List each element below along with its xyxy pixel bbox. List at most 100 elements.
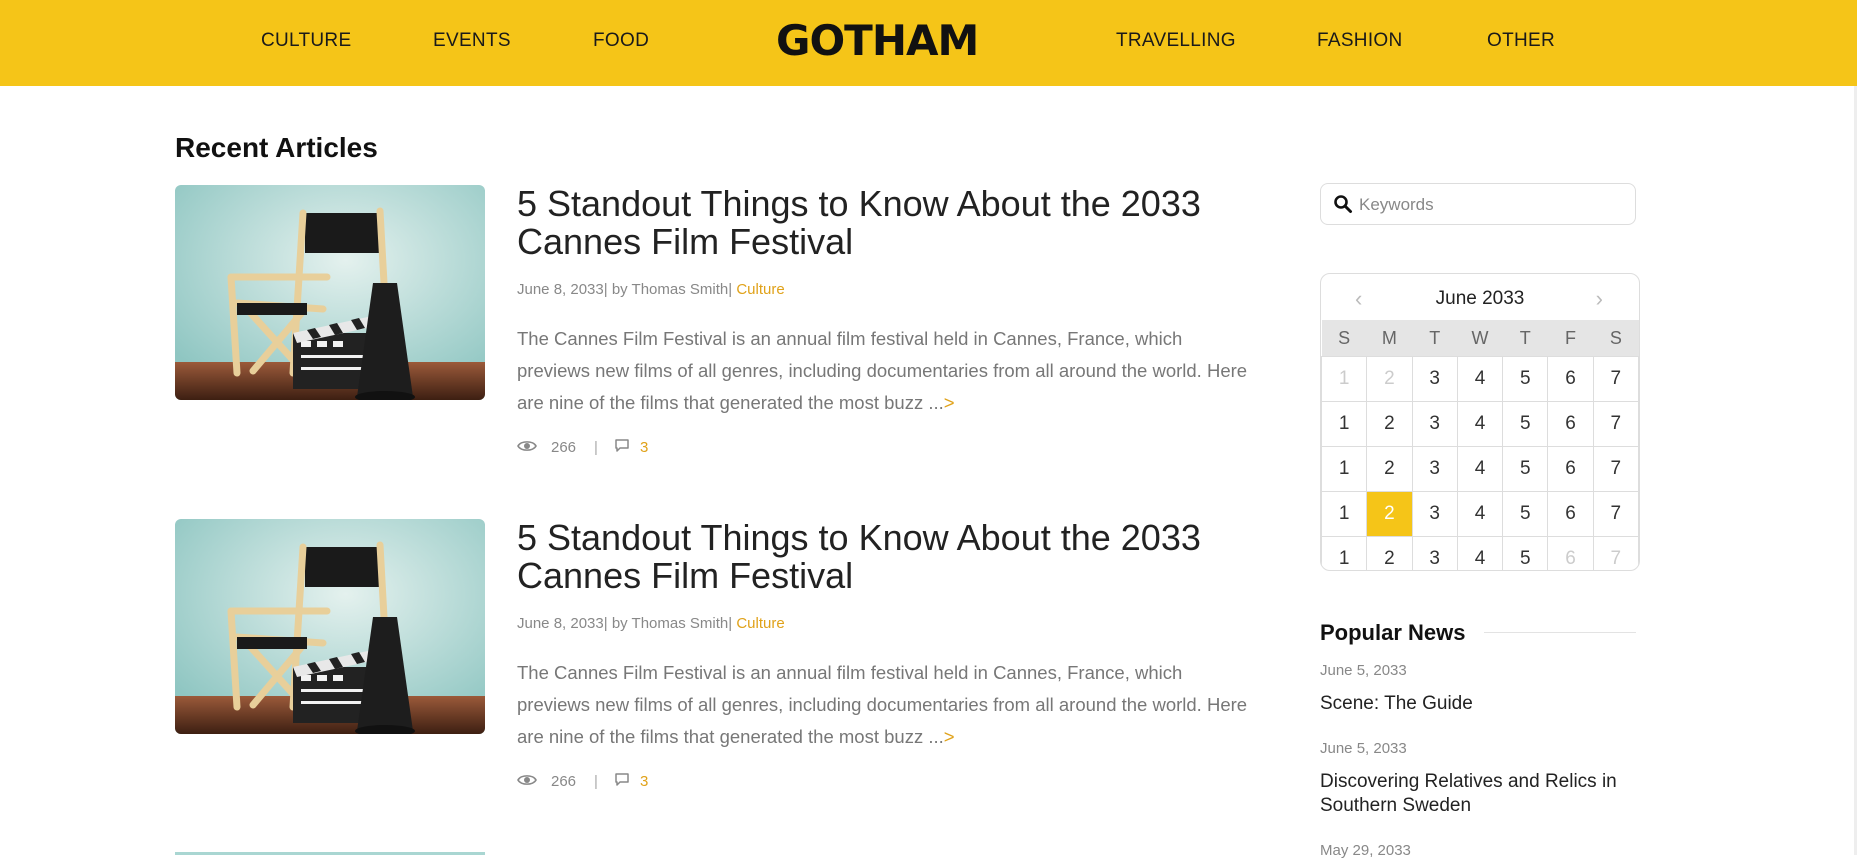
article-excerpt-text: The Cannes Film Festival is an annual fi…	[517, 328, 1248, 413]
calendar-weekday-row: SMTWTFS	[1321, 320, 1639, 357]
comment-icon[interactable]	[614, 438, 630, 457]
article-card: 5 Standout Things to Know About the 2033…	[175, 519, 1255, 819]
read-more-link[interactable]: >	[944, 726, 955, 747]
calendar-week-row: 1234567	[1321, 401, 1639, 447]
calendar-day[interactable]: 3	[1411, 491, 1458, 537]
calendar-day[interactable]: 7	[1592, 491, 1639, 537]
calendar-body: 12345671234567123456712345671234567	[1321, 356, 1639, 570]
calendar-day[interactable]: 3	[1411, 401, 1458, 447]
article-meta: June 8, 2033| by Thomas Smith| Culture	[517, 281, 785, 298]
calendar-day[interactable]: 6	[1547, 356, 1594, 402]
calendar-day[interactable]: 1	[1321, 491, 1368, 537]
view-count: 266	[551, 773, 577, 790]
popular-news-date: May 29, 2033	[1320, 842, 1411, 859]
calendar-day[interactable]: 5	[1502, 356, 1549, 402]
calendar-day[interactable]: 6	[1547, 491, 1594, 537]
article-excerpt: The Cannes Film Festival is an annual fi…	[517, 323, 1257, 419]
calendar-day-selected[interactable]: 2	[1366, 491, 1413, 537]
article-category-link[interactable]: Culture	[736, 281, 784, 298]
calendar-day[interactable]: 1	[1321, 356, 1368, 402]
calendar-day[interactable]: 4	[1456, 356, 1504, 402]
nav-link-culture[interactable]: CULTURE	[261, 30, 351, 52]
calendar-week-row: 1234567	[1321, 536, 1639, 570]
article-stats: 266 | 3	[517, 772, 648, 791]
article-date: June 8, 2033	[517, 615, 604, 632]
calendar-day[interactable]: 7	[1592, 356, 1639, 402]
search-box	[1320, 183, 1636, 225]
calendar-next-button[interactable]: ›	[1596, 286, 1603, 312]
calendar-day[interactable]: 4	[1456, 491, 1504, 537]
calendar-month-title: June 2033	[1435, 288, 1525, 309]
popular-news-date: June 5, 2033	[1320, 740, 1407, 757]
calendar-weekday: W	[1457, 320, 1503, 357]
popular-news-divider	[1484, 632, 1636, 633]
article-stats: 266 | 3	[517, 438, 648, 457]
site-logo[interactable]: GOTHAM	[776, 16, 979, 65]
article-category-link[interactable]: Culture	[736, 615, 784, 632]
calendar-weekday: T	[1502, 320, 1548, 357]
calendar-day[interactable]: 5	[1502, 491, 1549, 537]
nav-link-food[interactable]: FOOD	[593, 30, 649, 52]
directors-chair-image	[175, 519, 485, 734]
directors-chair-image	[175, 185, 485, 400]
calendar-day[interactable]: 6	[1547, 401, 1594, 447]
article-thumbnail[interactable]	[175, 185, 485, 400]
calendar-day[interactable]: 2	[1366, 446, 1413, 492]
nav-link-events[interactable]: EVENTS	[433, 30, 511, 52]
logo-text: GOTHAM	[776, 16, 979, 65]
popular-news-date: June 5, 2033	[1320, 662, 1407, 679]
calendar-day[interactable]: 5	[1502, 536, 1549, 570]
calendar-widget: ‹ June 2033 › SMTWTFS 123456712345671234…	[1320, 273, 1640, 571]
comment-icon[interactable]	[614, 772, 630, 791]
calendar-header: ‹ June 2033 ›	[1321, 274, 1639, 320]
article-thumbnail[interactable]	[175, 519, 485, 734]
calendar-day[interactable]: 7	[1592, 401, 1639, 447]
nav-link-other[interactable]: OTHER	[1487, 30, 1555, 52]
calendar-day[interactable]: 3	[1411, 446, 1458, 492]
view-count: 266	[551, 439, 577, 456]
search-input[interactable]	[1357, 192, 1621, 218]
calendar-day[interactable]: 5	[1502, 446, 1549, 492]
read-more-link[interactable]: >	[944, 392, 955, 413]
calendar-day[interactable]: 4	[1456, 536, 1504, 570]
calendar-day[interactable]: 6	[1547, 446, 1594, 492]
calendar-weekday: S	[1321, 320, 1367, 357]
article-title[interactable]: 5 Standout Things to Know About the 2033…	[517, 519, 1237, 595]
calendar-week-row: 1234567	[1321, 356, 1639, 402]
popular-news-title: Popular News	[1320, 620, 1466, 645]
calendar-day[interactable]: 1	[1321, 536, 1368, 570]
section-title: Recent Articles	[175, 132, 378, 163]
calendar-day[interactable]: 7	[1592, 536, 1639, 570]
calendar-day[interactable]: 1	[1321, 446, 1368, 492]
popular-news-headline[interactable]: Scene: The Guide	[1320, 692, 1650, 716]
article-excerpt: The Cannes Film Festival is an annual fi…	[517, 657, 1257, 753]
calendar-day[interactable]: 1	[1321, 401, 1368, 447]
calendar-day[interactable]: 3	[1411, 536, 1458, 570]
article-author: | by Thomas Smith|	[603, 281, 733, 298]
calendar-week-row: 1234567	[1321, 446, 1639, 492]
calendar-day[interactable]: 5	[1502, 401, 1549, 447]
calendar-day[interactable]: 4	[1456, 401, 1504, 447]
calendar-week-row: 1234567	[1321, 491, 1639, 537]
comment-count[interactable]: 3	[640, 773, 648, 790]
popular-news-headline[interactable]: Discovering Relatives and Relics in Sout…	[1320, 770, 1650, 818]
comment-count[interactable]: 3	[640, 439, 648, 456]
article-excerpt-text: The Cannes Film Festival is an annual fi…	[517, 662, 1248, 747]
calendar-day[interactable]: 6	[1547, 536, 1594, 570]
search-icon[interactable]	[1333, 194, 1353, 219]
eye-icon	[517, 773, 537, 791]
stats-separator: |	[594, 773, 598, 790]
top-nav-bar: CULTURE EVENTS FOOD GOTHAM TRAVELLING FA…	[0, 0, 1857, 86]
article-author: | by Thomas Smith|	[603, 615, 733, 632]
calendar-day[interactable]: 2	[1366, 536, 1413, 570]
calendar-day[interactable]: 7	[1592, 446, 1639, 492]
article-title[interactable]: 5 Standout Things to Know About the 2033…	[517, 185, 1237, 261]
stats-separator: |	[594, 439, 598, 456]
calendar-day[interactable]: 2	[1366, 401, 1413, 447]
calendar-weekday: M	[1366, 320, 1413, 357]
calendar-day[interactable]: 4	[1456, 446, 1504, 492]
calendar-day[interactable]: 3	[1411, 356, 1458, 402]
nav-link-fashion[interactable]: FASHION	[1317, 30, 1403, 52]
nav-link-travelling[interactable]: TRAVELLING	[1116, 30, 1236, 52]
calendar-day[interactable]: 2	[1366, 356, 1413, 402]
